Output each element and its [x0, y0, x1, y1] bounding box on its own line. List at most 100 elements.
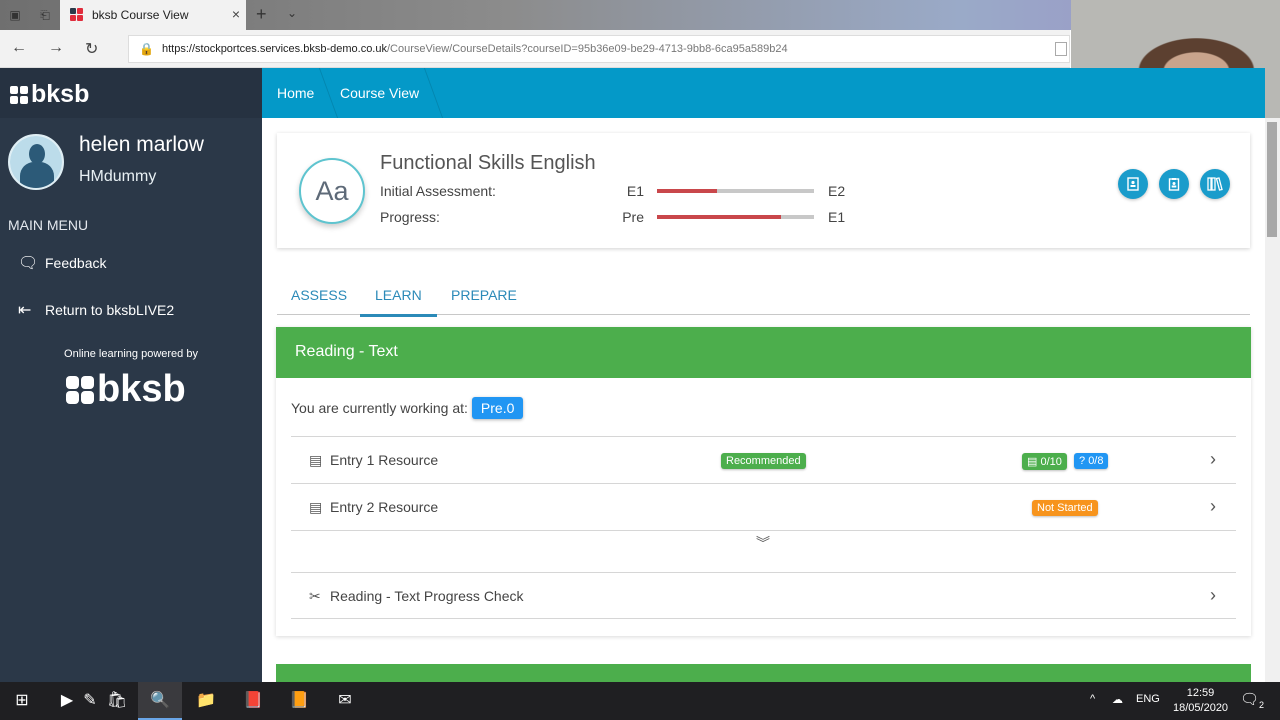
user-id: HMdummy — [79, 168, 157, 185]
breadcrumb-home[interactable]: Home — [277, 85, 314, 101]
resource-list: ▤ Entry 1 Resource Recommended ▤ 0/10 ? … — [291, 436, 1236, 619]
initial-assessment-to: E2 — [828, 183, 846, 199]
sidebar: bksb helen marlow HMdummy MAIN MENU 🗨 Fe… — [0, 68, 262, 682]
lightbulb-icon: ? — [1079, 455, 1086, 467]
working-at-label: You are currently working at: — [291, 400, 468, 416]
book-icon: ▤ — [309, 452, 323, 468]
chat-bubbles-icon: 🗨 — [18, 255, 39, 272]
list-item-label: Reading - Text Progress Check — [330, 588, 524, 604]
clipboard-user-icon — [1168, 178, 1180, 191]
chevron-right-icon[interactable]: › — [1210, 449, 1216, 470]
tab-prepare[interactable]: PREPARE — [451, 287, 517, 314]
pencil-ruler-icon: ✂ — [309, 588, 321, 604]
initial-assessment-label: Initial Assessment: — [380, 183, 496, 199]
sidebar-item-label: Feedback — [45, 255, 107, 271]
tray-expand-icon[interactable]: ^ — [1090, 693, 1095, 705]
list-item-entry-2[interactable]: ▤ Entry 2 Resource Not Started › — [291, 483, 1236, 530]
browser-tab[interactable]: bksb Course View × — [60, 0, 246, 30]
powerpoint-icon[interactable]: 📙 — [286, 688, 312, 714]
progress-bar — [657, 215, 814, 219]
windows-taskbar: ⊞ ▶ ✎ 🛍 🔍 📁 📕 📙 ✉ ^ ☁ ENG 12:59 18/05/20… — [0, 682, 1280, 720]
reading-text-section: Reading - Text You are currently working… — [276, 327, 1251, 636]
language-indicator[interactable]: ENG — [1136, 693, 1160, 705]
initial-assessment-from: E1 — [626, 183, 644, 199]
library-books-icon — [1207, 177, 1223, 191]
url-text: https://stockportces.services.bksb-demo.… — [162, 43, 788, 55]
refresh-button[interactable]: ↻ — [85, 39, 98, 59]
search-icon[interactable]: 🔍 — [138, 682, 182, 720]
initial-assessment-bar-fill — [657, 189, 717, 193]
learner-profile-button[interactable] — [1118, 169, 1148, 199]
pen-icon[interactable]: ✎ — [77, 688, 103, 714]
tab-assess[interactable]: ASSESS — [291, 287, 347, 314]
working-at: You are currently working at: Pre.0 — [291, 397, 524, 419]
close-tab-icon[interactable]: × — [232, 6, 240, 22]
scrollbar-thumb[interactable] — [1267, 122, 1277, 237]
back-button[interactable]: ← — [11, 39, 27, 57]
list-item-entry-1[interactable]: ▤ Entry 1 Resource Recommended ▤ 0/10 ? … — [291, 436, 1236, 483]
avatar[interactable] — [8, 134, 64, 190]
book-icon: ▤ — [1027, 456, 1038, 468]
set-aside-tabs-icon[interactable]: ⎗ — [37, 7, 53, 23]
tab-actions-icon[interactable]: ▣ — [7, 7, 23, 23]
breadcrumb: Home Course View — [262, 68, 1265, 118]
initial-assessment-bar — [657, 189, 814, 193]
progress-label: Progress: — [380, 209, 440, 225]
chevron-right-icon[interactable]: › — [1210, 496, 1216, 517]
new-tab-button[interactable]: + — [256, 4, 267, 25]
file-explorer-icon[interactable]: 📁 — [193, 688, 219, 714]
tab-menu-chevron-icon[interactable]: ⌄ — [287, 6, 297, 20]
bksb-favicon — [70, 8, 83, 21]
notifications-icon[interactable]: 🗨2 — [1240, 690, 1264, 710]
status-badge-recommended: Recommended — [721, 453, 806, 469]
clock-date: 18/05/2020 — [1173, 702, 1229, 714]
mail-icon[interactable]: ✉ — [332, 688, 358, 714]
powered-by-text: Online learning powered by — [64, 348, 198, 360]
section-header[interactable]: Reading - Text — [276, 327, 1251, 378]
working-level-badge: Pre.0 — [471, 397, 524, 419]
main-content: Home Course View Aa Functional Skills En… — [262, 68, 1265, 682]
questions-count-badge: ? 0/8 — [1074, 453, 1109, 469]
chevron-right-icon[interactable]: › — [1210, 585, 1216, 606]
main-menu-heading: MAIN MENU — [8, 217, 89, 233]
breadcrumb-course-view[interactable]: Course View — [340, 85, 419, 101]
next-section-header[interactable] — [276, 664, 1251, 682]
bksb-logo[interactable]: bksb — [10, 80, 89, 109]
status-badge-not-started: Not Started — [1032, 500, 1098, 516]
expand-row[interactable]: ︾ — [291, 530, 1236, 572]
sidebar-item-return[interactable]: ⇤ Return to bksbLIVE2 — [18, 300, 174, 320]
list-item-label: Entry 2 Resource — [330, 499, 439, 515]
list-item-progress-check[interactable]: ✂ Reading - Text Progress Check › — [291, 572, 1236, 619]
address-input[interactable]: 🔒 https://stockportces.services.bksb-dem… — [128, 35, 1070, 63]
reader-app-icon[interactable]: 📕 — [240, 688, 266, 714]
course-tabs: ASSESS LEARN PREPARE — [277, 278, 1250, 317]
course-title: Functional Skills English — [380, 152, 596, 174]
user-name: helen marlow — [79, 133, 204, 156]
forward-button[interactable]: → — [48, 39, 64, 57]
double-chevron-down-icon[interactable]: ︾ — [756, 536, 770, 550]
clock[interactable]: 12:59 18/05/2020 — [1173, 686, 1228, 716]
profile-book-icon — [1127, 177, 1139, 191]
progress-from: Pre — [622, 209, 644, 225]
clipboard-button[interactable] — [1159, 169, 1189, 199]
section-title: Reading - Text — [295, 343, 398, 360]
windows-start-icon[interactable]: ⊞ — [9, 688, 35, 714]
sidebar-item-label: Return to bksbLIVE2 — [45, 302, 175, 318]
lock-icon: 🔒 — [139, 42, 154, 56]
page-scrollbar[interactable] — [1265, 118, 1280, 682]
sidebar-header: bksb — [0, 68, 262, 118]
clock-time: 12:59 — [1186, 687, 1215, 699]
sidebar-item-feedback[interactable]: 🗨 Feedback — [18, 253, 106, 273]
progress-bar-fill — [657, 215, 782, 219]
tab-title: bksb Course View — [92, 8, 189, 22]
library-button[interactable] — [1200, 169, 1230, 199]
sign-out-arrow-icon: ⇤ — [18, 302, 32, 319]
tab-learn[interactable]: LEARN — [360, 287, 437, 317]
list-item-label: Entry 1 Resource — [330, 452, 439, 468]
network-icon[interactable]: ☁ — [1112, 693, 1123, 706]
bksb-footer-logo: bksb — [66, 368, 186, 411]
book-icon: ▤ — [309, 499, 323, 515]
course-subject-badge: Aa — [299, 158, 365, 224]
store-icon[interactable]: 🛍 — [104, 688, 130, 714]
reading-view-icon[interactable] — [1055, 42, 1067, 56]
